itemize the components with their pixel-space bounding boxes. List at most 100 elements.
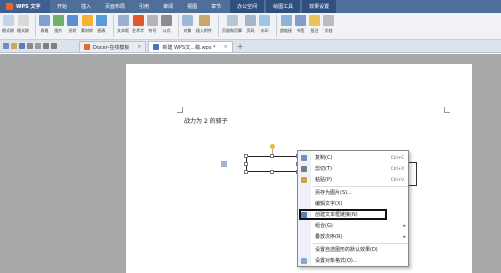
table-icon <box>39 15 50 26</box>
material-library-button[interactable]: 素材库 <box>81 15 93 34</box>
ribbon-separator <box>113 15 114 37</box>
copy-icon <box>301 154 307 161</box>
ribbon-separator <box>178 15 179 37</box>
symbol-button[interactable]: 符号 <box>147 15 158 34</box>
menu-view[interactable]: 视图 <box>180 0 204 13</box>
chart-button[interactable]: 图表 <box>96 15 107 34</box>
close-icon[interactable]: × <box>137 44 141 50</box>
document-workspace: 战力为 2 的骑子 <box>0 54 501 273</box>
formula-button[interactable]: 公式 <box>161 15 172 34</box>
symbol-icon <box>147 15 158 26</box>
resize-handle[interactable] <box>244 162 248 166</box>
header-footer-button[interactable]: 页眉和页脚 <box>222 15 242 34</box>
undo-icon[interactable] <box>43 43 49 49</box>
insert-attachment-button[interactable]: 插入附件 <box>196 15 212 34</box>
menu-item-copy[interactable]: 复制(C) Ctrl+C <box>298 153 410 162</box>
shape-icon <box>67 15 78 26</box>
save-icon[interactable] <box>19 43 25 49</box>
menu-item-set-default-effect[interactable]: 设置自选图形的默认效果(D) <box>298 245 410 254</box>
picture-button[interactable]: 图片 <box>53 15 64 34</box>
wps-doc-icon <box>153 44 160 50</box>
paint-icon <box>2 15 14 26</box>
wps-logo-icon <box>6 3 13 10</box>
menu-item-create-textbox-link[interactable]: 创建文本框链接(N) <box>299 209 387 220</box>
preview-icon[interactable] <box>35 43 41 49</box>
menu-review[interactable]: 审阅 <box>156 0 180 13</box>
brush-icon <box>17 15 29 26</box>
menu-sections[interactable]: 章节 <box>204 0 228 13</box>
close-icon[interactable]: × <box>224 44 228 50</box>
context-menu: 复制(C) Ctrl+C 剪切(T) Ctrl+X 粘贴(P) Ctrl+V 另… <box>297 150 409 267</box>
resize-handle[interactable] <box>244 170 248 174</box>
quick-access-toolbar <box>0 40 59 52</box>
tab-new-document[interactable]: 新建 WPS文...稿.wps * × <box>148 41 233 52</box>
page-number-button[interactable]: 页码 <box>245 15 256 34</box>
menu-item-paste[interactable]: 粘贴(P) Ctrl+V <box>298 175 410 184</box>
shape-button[interactable]: 形状 <box>67 15 78 34</box>
resize-handle[interactable] <box>270 154 274 158</box>
redo-icon[interactable] <box>51 43 57 49</box>
menu-effect-settings[interactable]: 效果设置 <box>302 0 337 13</box>
wordart-icon <box>132 15 144 26</box>
menu-drawing-tools[interactable]: 绘图工具 <box>266 0 301 13</box>
menu-bar: WPS 文字 开始 插入 页面布局 引用 审阅 视图 章节 办公空间 绘图工具 … <box>0 0 501 13</box>
textbox-button[interactable]: 文本框 <box>117 15 129 34</box>
attachment-icon <box>198 15 210 26</box>
menu-separator <box>313 243 408 244</box>
ribbon-separator <box>218 15 219 37</box>
menu-home[interactable]: 开始 <box>50 0 74 13</box>
menu-office-space[interactable]: 办公空间 <box>230 0 265 13</box>
textbox-icon <box>117 15 129 26</box>
format-painter-button-2[interactable]: 格式刷 <box>17 15 29 34</box>
new-file-icon[interactable] <box>3 43 9 49</box>
link-icon <box>280 15 292 26</box>
tab-docer[interactable]: Docer-在线模板 × <box>79 41 147 52</box>
submenu-arrow-icon: ▸ <box>403 233 406 240</box>
star-icon <box>81 15 93 26</box>
print-icon[interactable] <box>27 43 33 49</box>
format-icon <box>301 257 307 264</box>
tab-label: Docer-在线模板 <box>93 44 130 51</box>
picture-icon <box>53 15 64 26</box>
watermark-button[interactable]: 水印 <box>259 15 270 34</box>
page-number-icon <box>245 15 256 26</box>
document-text: 战力为 2 的骑子 <box>184 118 228 125</box>
resize-handle[interactable] <box>244 154 248 158</box>
margin-mark <box>177 107 183 113</box>
ribbon-separator <box>276 15 277 37</box>
wordart-button[interactable]: 艺术字 <box>132 15 144 34</box>
bookmark-button[interactable]: 书签 <box>295 15 306 34</box>
menu-item-edit-text[interactable]: 编辑文字(X) <box>298 199 410 208</box>
app-menu-button[interactable]: WPS 文字 <box>0 0 50 13</box>
open-folder-icon[interactable] <box>11 43 17 49</box>
menu-item-cut[interactable]: 剪切(T) Ctrl+X <box>298 164 410 173</box>
comment-icon <box>309 15 320 26</box>
object-button[interactable]: 对象 <box>182 15 193 34</box>
menu-page-layout[interactable]: 页面布局 <box>98 0 132 13</box>
menu-insert[interactable]: 插入 <box>74 0 98 13</box>
menu-item-save-as-picture[interactable]: 另存为图片(S)... <box>298 188 410 197</box>
link-icon <box>301 211 307 218</box>
menu-references[interactable]: 引用 <box>132 0 156 13</box>
resize-handle[interactable] <box>270 170 274 174</box>
chart-icon <box>96 15 107 26</box>
menu-item-order[interactable]: 叠放次序(R) ▸ <box>298 232 410 241</box>
new-tab-icon[interactable]: + <box>237 40 244 52</box>
ribbon: 格式刷 格式刷 表格 图片 形状 素材库 图表 文本框 艺术字 符号 公式 对象… <box>0 13 501 40</box>
hyperlink-button[interactable]: 超链接 <box>280 15 292 34</box>
document-icon <box>323 15 334 26</box>
bookmark-icon <box>295 15 306 26</box>
connector-line <box>409 185 417 186</box>
menu-separator <box>313 186 408 187</box>
menu-item-format-object[interactable]: 设置对象格式(O)... <box>298 256 410 265</box>
margin-mark <box>444 107 450 113</box>
docer-icon <box>84 44 90 50</box>
submenu-arrow-icon: ▸ <box>403 222 406 229</box>
ribbon-separator <box>35 15 36 37</box>
menu-item-group[interactable]: 组合(G) ▸ <box>298 221 410 230</box>
format-painter-button-1[interactable]: 格式刷 <box>2 15 14 34</box>
comment-button[interactable]: 批注 <box>309 15 320 34</box>
document-button[interactable]: 文档 <box>323 15 334 34</box>
layout-options-icon[interactable] <box>221 161 227 167</box>
table-button[interactable]: 表格 <box>39 15 50 34</box>
